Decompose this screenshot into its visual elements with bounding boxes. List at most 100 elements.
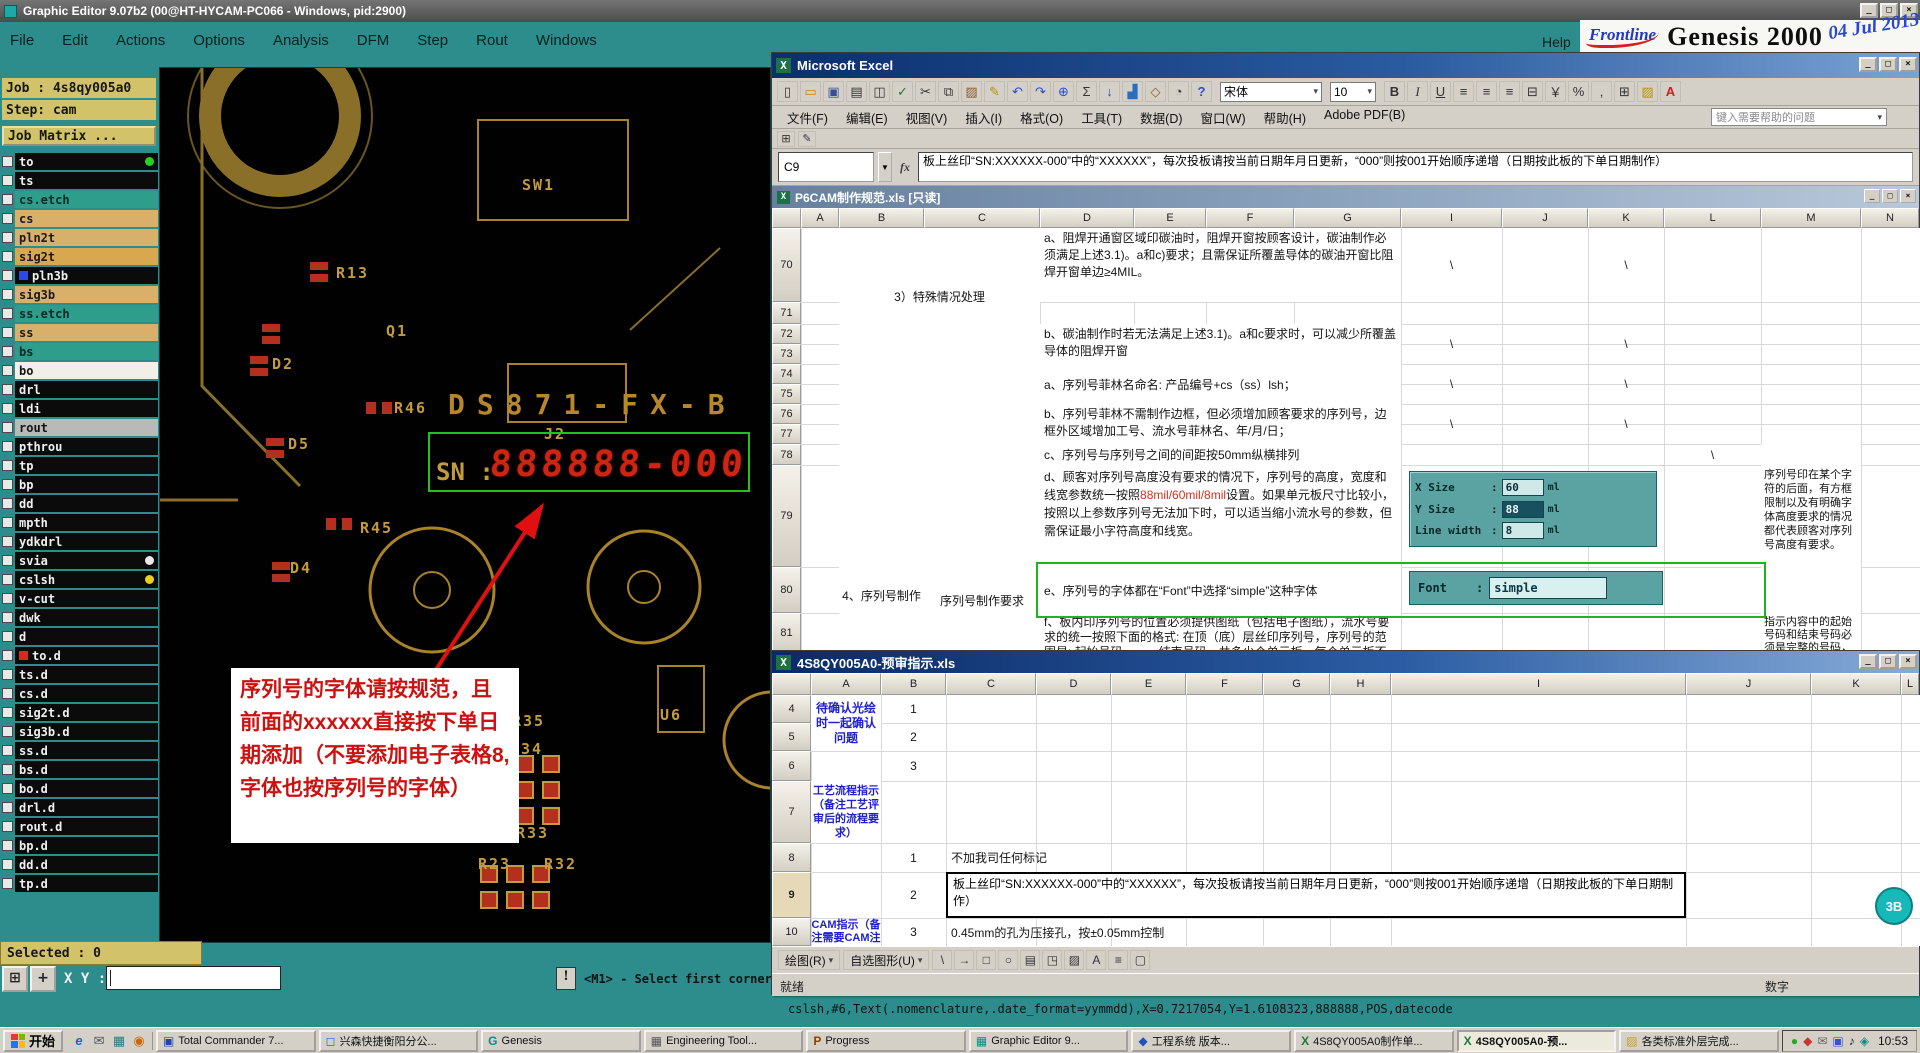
row-header[interactable]: 10 [772, 918, 811, 946]
font-name-select[interactable]: 宋体 ▾ [1220, 81, 1322, 102]
cell-row79[interactable]: d、顾客对序列号高度没有要求的情况下，序列号的高度，宽度和线宽参数统一按照88m… [1040, 465, 1401, 567]
layer-row[interactable]: bo.d [2, 779, 158, 798]
row-header[interactable]: 81 [772, 613, 801, 653]
cell-c9-active[interactable]: 板上丝印“SN:XXXXXX-000”中的“XXXXXX”，每次投板请按当前日期… [946, 872, 1686, 918]
layer-checkbox[interactable] [2, 194, 13, 205]
spreadsheet-grid[interactable]: 4 5 6 7 8 9 10 待确认光绘时一起确认问题 1 2 3 工艺流程指示… [772, 695, 1920, 946]
doc2-minimize-button[interactable]: _ [1859, 654, 1877, 669]
layer-checkbox[interactable] [2, 441, 13, 452]
layer-row[interactable]: dd.d [2, 855, 158, 874]
cell-slash[interactable]: \ [1588, 324, 1664, 364]
genesis-menu-item[interactable]: DFM [357, 32, 390, 49]
excel-doc2-titlebar[interactable]: X 4S8QY005A0-预审指示.xls _ □ × [772, 651, 1919, 673]
genesis-menu-help[interactable]: Help [1542, 34, 1571, 50]
drawing-icon[interactable]: ◇ [1145, 81, 1166, 102]
layer-row[interactable]: ydkdrl [2, 532, 158, 551]
layer-checkbox[interactable] [2, 840, 13, 851]
layer-checkbox[interactable] [2, 422, 13, 433]
excel-menu-item[interactable]: 插入(I) [956, 106, 1011, 129]
cell-b8[interactable]: 1 [881, 843, 946, 872]
row-header[interactable]: 73 [772, 344, 801, 364]
excel-minimize-button[interactable]: _ [1859, 57, 1877, 72]
row-header[interactable]: 80 [772, 567, 801, 613]
font-color-icon[interactable]: A [1660, 81, 1681, 102]
open-icon[interactable]: ▭ [800, 81, 821, 102]
column-header[interactable]: H [1330, 673, 1391, 695]
layer-checkbox[interactable] [2, 517, 13, 528]
cell-slash[interactable]: \ [1401, 324, 1502, 364]
zoom-icon[interactable]: ◔ [1168, 81, 1189, 102]
layer-row[interactable]: tp.d [2, 874, 158, 893]
workbook-close-button[interactable]: × [1900, 189, 1916, 203]
genesis-titlebar[interactable]: Graphic Editor 9.07b2 (00@HT-HYCAM-PC066… [0, 0, 1920, 22]
column-header[interactable]: K [1588, 208, 1664, 228]
cell-b9[interactable]: 2 [881, 872, 946, 918]
layer-row[interactable]: sig3b.d [2, 722, 158, 741]
row-header[interactable]: 8 [772, 843, 811, 872]
layer-checkbox[interactable] [2, 460, 13, 471]
cell-b5[interactable]: 2 [881, 723, 946, 751]
excel-menu-item[interactable]: 编辑(E) [837, 106, 897, 129]
layer-row[interactable]: bs [2, 342, 158, 361]
layer-row[interactable]: rout.d [2, 817, 158, 836]
layer-row[interactable]: rout [2, 418, 158, 437]
hyperlink-icon[interactable]: ⊕ [1053, 81, 1074, 102]
layer-checkbox[interactable] [2, 289, 13, 300]
layer-row[interactable]: ss.etch [2, 304, 158, 323]
layer-row[interactable]: bp.d [2, 836, 158, 855]
cell-slash[interactable]: \ [1588, 228, 1664, 302]
size-field-value[interactable]: 88 [1501, 500, 1544, 518]
layer-checkbox[interactable] [2, 156, 13, 167]
cell-section3[interactable]: 3）特殊情况处理 [839, 228, 1040, 364]
percent-icon[interactable]: % [1568, 81, 1589, 102]
layer-checkbox[interactable] [2, 631, 13, 642]
layer-checkbox[interactable] [2, 213, 13, 224]
layer-row[interactable]: ts.d [2, 665, 158, 684]
genesis-menu-item[interactable]: Edit [62, 32, 88, 49]
excel-restore-button[interactable]: □ [1879, 57, 1897, 72]
alert-icon[interactable]: ! [556, 967, 576, 990]
layer-row[interactable]: d [2, 627, 158, 646]
row-header[interactable]: 78 [772, 444, 801, 465]
excel-menu-item[interactable]: 视图(V) [897, 106, 957, 129]
column-header[interactable]: D [1036, 673, 1111, 695]
row-header[interactable]: 4 [772, 695, 811, 723]
row-header[interactable]: 77 [772, 424, 801, 444]
column-header[interactable]: G [1294, 208, 1401, 228]
cell-slash[interactable]: \ [1588, 404, 1664, 444]
taskbar-task[interactable]: ▣ Total Commander 7... [156, 1029, 316, 1052]
layer-checkbox[interactable] [2, 479, 13, 490]
column-header[interactable]: I [1391, 673, 1686, 695]
drawing-tool-icon[interactable]: ▤ [1020, 950, 1041, 970]
workbook-titlebar[interactable]: X P6CAM制作规范.xls [只读] _ □ × [772, 186, 1919, 208]
row-header[interactable]: 75 [772, 384, 801, 404]
layer-row[interactable]: to [2, 152, 158, 171]
tray-icon-shield[interactable]: ● [1791, 1034, 1798, 1048]
column-header[interactable]: B [839, 208, 924, 228]
layer-row[interactable]: svia [2, 551, 158, 570]
layer-checkbox[interactable] [2, 308, 13, 319]
genesis-menu-item[interactable]: Step [417, 32, 448, 49]
start-button[interactable]: 开始 [3, 1029, 64, 1052]
column-header[interactable]: B [881, 673, 946, 695]
layer-checkbox[interactable] [2, 536, 13, 547]
excel-menu-item[interactable]: 帮助(H) [1255, 106, 1315, 129]
genesis-menu-item[interactable]: File [10, 32, 34, 49]
layer-row[interactable]: cs.etch [2, 190, 158, 209]
cell-c8[interactable]: 不加我司任何标记 [946, 843, 1686, 872]
layer-row[interactable]: cs.d [2, 684, 158, 703]
size-field-value[interactable]: 8 [1501, 522, 1544, 540]
mail-icon[interactable]: ✉ [90, 1032, 108, 1050]
excel-main-titlebar[interactable]: X Microsoft Excel _ □ × [772, 53, 1919, 78]
merge-center-icon[interactable]: ⊟ [1522, 81, 1543, 102]
layer-row[interactable]: bs.d [2, 760, 158, 779]
layer-row[interactable]: mpth [2, 513, 158, 532]
tray-icon-alert[interactable]: ◆ [1803, 1034, 1812, 1048]
cell-row80[interactable]: e、序列号的字体都在“Font”中选择“simple”这种字体 [1040, 567, 1401, 613]
row-header[interactable]: 5 [772, 723, 811, 751]
layer-checkbox[interactable] [2, 270, 13, 281]
autoshapes-menu-button[interactable]: 自选图形(U) ▾ [843, 950, 930, 970]
layer-checkbox[interactable] [2, 650, 13, 661]
layer-row[interactable]: bp [2, 475, 158, 494]
chart-wizard-icon[interactable]: ▟ [1122, 81, 1143, 102]
